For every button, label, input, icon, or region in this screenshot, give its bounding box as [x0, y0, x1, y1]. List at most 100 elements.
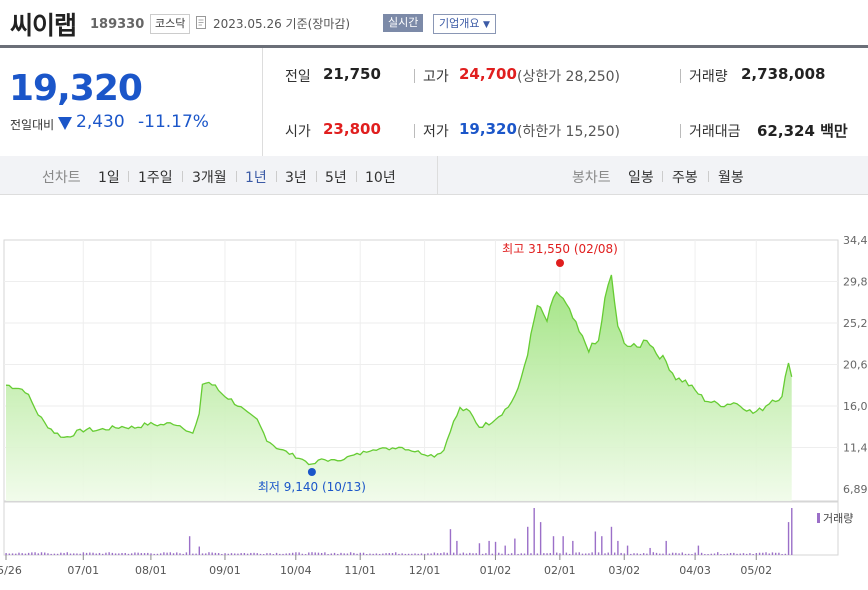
volume-bar: [739, 553, 741, 555]
volume-bar: [758, 552, 761, 555]
volume-bar: [749, 553, 751, 555]
volume-bar: [607, 552, 609, 555]
volume-bar: [514, 538, 516, 555]
volume-bar: [768, 553, 770, 555]
separator: [414, 124, 415, 138]
trade-amount-value: 62,324 백만: [757, 122, 848, 140]
volume-bar: [501, 553, 503, 555]
volume-bar: [163, 552, 165, 555]
volume-bar: [366, 554, 368, 555]
stock-code: 189330: [90, 17, 145, 32]
volume-bar: [623, 553, 626, 555]
volume-bar: [205, 553, 207, 555]
separator: [276, 171, 277, 182]
volume-bar: [717, 552, 719, 555]
volume-bar: [221, 553, 223, 555]
min-marker: [307, 468, 316, 476]
period-3month[interactable]: 3개월: [192, 167, 227, 187]
volume-bar: [411, 553, 413, 555]
volume-bar: [562, 536, 564, 555]
date-value: 2023.05.26: [213, 17, 282, 31]
volume-label: 거래량: [689, 69, 728, 85]
volume-bar: [729, 552, 732, 555]
volume-bar: [308, 552, 310, 555]
volume-bar: [755, 553, 758, 555]
volume-bar: [488, 540, 490, 555]
volume-bar: [275, 552, 278, 555]
volume-bar: [266, 553, 268, 555]
prev-close-label: 전일: [285, 69, 311, 85]
lower-limit: (하한가 15,250): [517, 124, 621, 140]
volume-bar: [433, 552, 436, 555]
volume-bar: [610, 526, 613, 555]
volume-bar: [291, 552, 294, 555]
volume-bar: [581, 553, 584, 555]
volume-bar: [556, 552, 558, 555]
volume-bar: [79, 553, 81, 555]
volume-bar: [279, 553, 281, 555]
volume-bar: [665, 540, 667, 555]
volume-bar: [343, 553, 345, 555]
separator: [182, 171, 183, 182]
volume-bar: [639, 553, 642, 555]
x-tick-label: 02/01: [544, 564, 576, 577]
volume-bar: [620, 552, 622, 555]
volume-bar: [710, 553, 712, 555]
volume-bar: [774, 552, 777, 555]
volume-bar: [217, 553, 220, 555]
period-3year[interactable]: 3년: [285, 167, 307, 187]
volume-bar: [40, 552, 43, 555]
separator: [680, 69, 681, 83]
x-tick-label: 03/02: [608, 564, 640, 577]
volume-bar: [320, 552, 323, 555]
volume-bar: [56, 553, 59, 555]
period-1year[interactable]: 1년: [245, 167, 267, 187]
volume-bar: [733, 552, 735, 555]
volume-bar: [333, 552, 336, 555]
separator: [128, 171, 129, 182]
quote-date: 2023.05.26 기준(장마감): [213, 15, 350, 32]
volume-bar: [784, 553, 787, 555]
volume-bar: [353, 552, 355, 555]
volume-bar: [652, 552, 655, 555]
volume-legend-swatch: [817, 513, 820, 523]
candle-monthly[interactable]: 월봉: [718, 167, 744, 187]
volume-bar: [752, 554, 754, 555]
volume-bar: [688, 553, 690, 555]
toolbar-divider: [437, 156, 438, 194]
volume-bar: [771, 552, 774, 555]
change-value: 2,430: [76, 112, 125, 132]
candle-weekly[interactable]: 주봉: [672, 167, 698, 187]
period-1week[interactable]: 1주일: [138, 167, 173, 187]
volume-bar: [713, 553, 716, 555]
volume-bar: [311, 552, 313, 555]
volume-bar: [536, 553, 539, 555]
volume-bar: [130, 553, 133, 555]
volume-bar: [227, 553, 229, 555]
period-5year[interactable]: 5년: [325, 167, 347, 187]
y-tick-label: 16,088: [843, 400, 868, 413]
y-tick-label: 25,278: [843, 317, 868, 330]
volume-bar: [626, 545, 629, 555]
volume-bar: [420, 553, 423, 555]
volume-value: 2,738,008: [741, 65, 826, 83]
volume-bar: [649, 547, 651, 555]
volume-bar: [539, 522, 542, 555]
period-10year[interactable]: 10년: [365, 167, 396, 187]
volume-bar: [337, 553, 339, 555]
volume-bar: [726, 553, 729, 555]
current-price: 19,320: [9, 68, 143, 109]
volume-bar: [324, 552, 326, 555]
candle-daily[interactable]: 일봉: [628, 167, 654, 187]
y-tick-label: 20,683: [843, 359, 868, 372]
volume-bar: [520, 553, 522, 555]
volume-bar: [147, 552, 149, 555]
volume-bar: [707, 554, 709, 555]
volume-bar: [723, 554, 725, 555]
volume-bar: [47, 553, 49, 555]
high-label: 고가: [423, 69, 449, 85]
company-profile-dropdown[interactable]: 기업개요 ▼: [433, 14, 496, 34]
volume-bar: [655, 552, 658, 555]
realtime-button[interactable]: 실시간: [383, 14, 424, 32]
period-1day[interactable]: 1일: [98, 167, 120, 187]
